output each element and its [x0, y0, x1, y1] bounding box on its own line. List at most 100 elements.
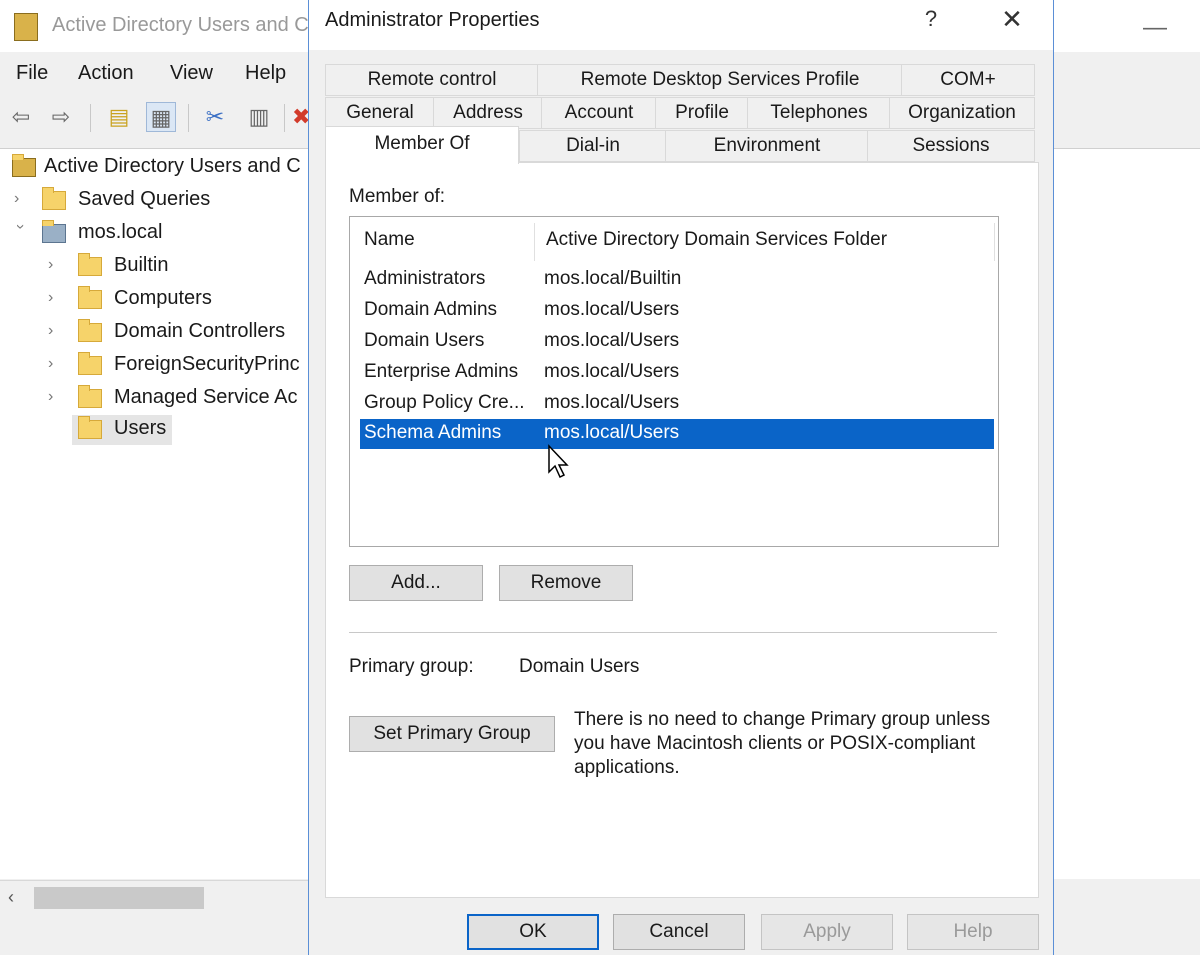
- list-item-selected[interactable]: Schema Admins mos.local/Users: [360, 419, 994, 449]
- column-separator[interactable]: [994, 223, 995, 261]
- tab-account[interactable]: Account: [541, 97, 657, 129]
- toolbar-separator: [188, 104, 189, 132]
- mouse-cursor-icon: [548, 444, 569, 479]
- help-icon[interactable]: ?: [919, 6, 943, 32]
- minimize-icon[interactable]: —: [1140, 14, 1170, 41]
- dialog-title: Administrator Properties: [325, 9, 540, 31]
- folder-icon: [78, 416, 102, 439]
- chevron-right-icon[interactable]: ›: [48, 322, 64, 340]
- folder-icon: [78, 352, 102, 375]
- menu-view[interactable]: View: [170, 62, 213, 85]
- tab-dial-in[interactable]: Dial-in: [519, 130, 667, 162]
- group-name: Group Policy Cre...: [364, 392, 525, 413]
- tree-item-managed-service-accounts[interactable]: › Managed Service Ac: [0, 384, 310, 414]
- group-folder: mos.local/Users: [544, 299, 680, 320]
- group-name: Administrators: [364, 268, 486, 289]
- clipboard-icon[interactable]: ▥: [244, 102, 274, 132]
- cut-icon[interactable]: ✂: [200, 102, 230, 132]
- scrollbar-thumb[interactable]: [34, 887, 204, 909]
- tree-item-mos-local[interactable]: › mos.local: [0, 219, 310, 249]
- tab-member-of[interactable]: Member Of: [325, 126, 519, 164]
- primary-group-value: Domain Users: [519, 656, 640, 677]
- primary-group-label: Primary group:: [349, 656, 474, 677]
- scroll-left-icon[interactable]: ‹: [8, 887, 14, 908]
- folder-icon: [78, 286, 102, 309]
- folder-icon: [42, 187, 66, 210]
- menu-file[interactable]: File: [16, 62, 48, 85]
- background-window-title: Active Directory Users and C: [52, 14, 309, 36]
- tree-item-label: Builtin: [114, 254, 169, 276]
- list-item[interactable]: Administrators mos.local/Builtin: [360, 265, 994, 295]
- tab-profile[interactable]: Profile: [655, 97, 749, 129]
- tree-item-computers[interactable]: › Computers: [0, 285, 310, 315]
- member-of-list[interactable]: Name Active Directory Domain Services Fo…: [349, 216, 999, 547]
- toolbar-separator: [284, 104, 285, 132]
- tab-telephones[interactable]: Telephones: [747, 97, 891, 129]
- tree-item-label: Users: [114, 417, 167, 439]
- horizontal-scrollbar[interactable]: ‹: [0, 880, 310, 915]
- close-icon[interactable]: ✕: [997, 4, 1027, 35]
- tab-organization[interactable]: Organization: [889, 97, 1035, 129]
- chevron-right-icon[interactable]: ›: [48, 256, 64, 274]
- tree-item-label: ForeignSecurityPrinc: [114, 353, 300, 375]
- group-folder: mos.local/Users: [544, 392, 680, 413]
- help-button[interactable]: Help: [907, 914, 1039, 950]
- tree-item-label: Managed Service Ac: [114, 386, 298, 408]
- delete-icon[interactable]: ✖: [292, 102, 308, 132]
- list-item[interactable]: Enterprise Admins mos.local/Users: [360, 358, 994, 388]
- chevron-right-icon[interactable]: ›: [48, 388, 64, 406]
- cancel-button[interactable]: Cancel: [613, 914, 745, 950]
- forward-arrow-icon[interactable]: ⇨: [46, 102, 76, 132]
- chevron-right-icon[interactable]: ›: [48, 355, 64, 373]
- tree-item-builtin[interactable]: › Builtin: [0, 252, 310, 282]
- set-primary-group-button[interactable]: Set Primary Group: [349, 716, 555, 752]
- folder-icon: [78, 253, 102, 276]
- tab-remote-desktop-services-profile[interactable]: Remote Desktop Services Profile: [537, 64, 903, 96]
- chevron-right-icon[interactable]: ›: [48, 289, 64, 307]
- column-header-folder[interactable]: Active Directory Domain Services Folder: [546, 229, 887, 251]
- tree-root[interactable]: Active Directory Users and C: [0, 153, 310, 183]
- show-console-tree-icon[interactable]: ▦: [146, 102, 176, 132]
- group-name: Enterprise Admins: [364, 361, 519, 382]
- list-item[interactable]: Domain Admins mos.local/Users: [360, 296, 994, 326]
- group-name: Schema Admins: [364, 422, 502, 443]
- chevron-right-icon[interactable]: ›: [14, 190, 30, 208]
- tab-environment[interactable]: Environment: [665, 130, 869, 162]
- group-folder: mos.local/Builtin: [544, 268, 682, 289]
- tree-item-label: Computers: [114, 287, 212, 309]
- tab-address[interactable]: Address: [433, 97, 543, 129]
- menu-action[interactable]: Action: [78, 62, 134, 85]
- details-pane: [1054, 148, 1200, 879]
- primary-group-note: There is no need to change Primary group…: [574, 709, 991, 778]
- column-header-name[interactable]: Name: [364, 229, 415, 251]
- remove-button[interactable]: Remove: [499, 565, 633, 601]
- tab-general[interactable]: General: [325, 97, 435, 129]
- chevron-down-icon[interactable]: ›: [11, 224, 29, 240]
- group-folder: mos.local/Users: [544, 422, 680, 443]
- section-divider: [349, 632, 997, 633]
- list-item[interactable]: Group Policy Cre... mos.local/Users: [360, 389, 994, 419]
- tab-com-plus[interactable]: COM+: [901, 64, 1035, 96]
- tree-item-foreign-security-principals[interactable]: › ForeignSecurityPrinc: [0, 351, 310, 381]
- back-arrow-icon[interactable]: ⇦: [6, 102, 36, 132]
- add-button[interactable]: Add...: [349, 565, 483, 601]
- tree-item-domain-controllers[interactable]: › Domain Controllers: [0, 318, 310, 348]
- member-of-label: Member of:: [349, 186, 446, 207]
- group-name: Domain Users: [364, 330, 485, 351]
- menu-help[interactable]: Help: [245, 62, 286, 85]
- tab-sessions[interactable]: Sessions: [867, 130, 1035, 162]
- tab-remote-control[interactable]: Remote control: [325, 64, 539, 96]
- dialog-titlebar: Administrator Properties ? ✕: [309, 0, 1053, 50]
- tree-item-label: Saved Queries: [78, 188, 211, 210]
- tree-item-users[interactable]: Users: [72, 415, 172, 445]
- tree-root-label: Active Directory Users and C: [44, 155, 301, 177]
- menu-bar: File Action View Help: [0, 56, 320, 92]
- folder-icon: [78, 385, 102, 408]
- group-name: Domain Admins: [364, 299, 498, 320]
- column-separator[interactable]: [534, 223, 535, 261]
- apply-button[interactable]: Apply: [761, 914, 893, 950]
- up-folder-icon[interactable]: ▤: [104, 102, 134, 132]
- ok-button[interactable]: OK: [467, 914, 599, 950]
- tree-item-saved-queries[interactable]: › Saved Queries: [0, 186, 310, 216]
- list-item[interactable]: Domain Users mos.local/Users: [360, 327, 994, 357]
